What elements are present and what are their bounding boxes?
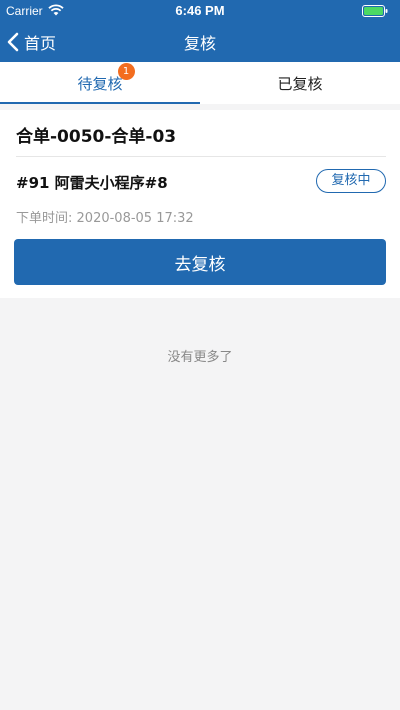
status-bar: Carrier 6:46 PM — [0, 0, 400, 22]
app-header: Carrier 6:46 PM 首页 复核 — [0, 0, 400, 62]
shop-name: #91 阿雷夫小程序#8 — [16, 174, 168, 192]
go-review-button[interactable]: 去复核 — [14, 239, 386, 285]
page-title: 复核 — [183, 34, 216, 53]
order-time-label: 下单时间: — [16, 211, 73, 226]
tab-pending-review[interactable]: 待复核 1 — [0, 62, 200, 104]
order-time-value: 2020-08-05 17:32 — [76, 211, 194, 226]
order-card: 合单-0050-合单-03 #91 阿雷夫小程序#8 复核中 下单时间: 202… — [0, 110, 400, 298]
active-tab-indicator — [0, 102, 200, 104]
tab-reviewed[interactable]: 已复核 — [200, 62, 400, 104]
count-badge: 1 — [117, 62, 135, 80]
battery-icon — [362, 5, 388, 17]
order-title: 合单-0050-合单-03 — [16, 127, 177, 147]
tab-reviewed-label: 已复核 — [277, 74, 323, 93]
card-divider — [16, 156, 386, 157]
tab-bar: 待复核 1 已复核 — [0, 62, 400, 104]
status-badge: 复核中 — [316, 169, 386, 193]
tab-pending-label-wrap: 待复核 1 — [77, 62, 135, 94]
status-time: 6:46 PM — [175, 3, 225, 18]
order-time: 下单时间: 2020-08-05 17:32 — [16, 207, 194, 226]
tab-pending-label: 待复核 — [77, 74, 123, 93]
no-more-text: 没有更多了 — [167, 350, 233, 365]
